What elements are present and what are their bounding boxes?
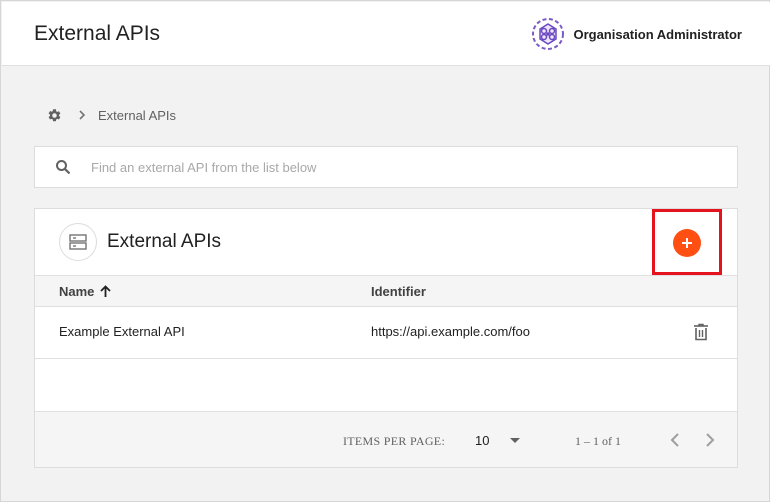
search-input[interactable]	[91, 159, 691, 175]
delete-icon[interactable]	[693, 323, 709, 341]
row-identifier: https://api.example.com/foo	[371, 324, 530, 339]
search-icon	[56, 160, 71, 175]
external-apis-card: External APIs Name Identifier Example Ex…	[34, 208, 738, 468]
chevron-left-icon[interactable]	[668, 432, 682, 448]
gear-icon[interactable]	[47, 108, 62, 123]
user-name: Organisation Administrator	[573, 26, 742, 42]
pagination-bar: ITEMS PER PAGE: 10 1 – 1 of 1	[35, 411, 737, 467]
breadcrumb-current: External APIs	[98, 107, 177, 123]
table-header: Name Identifier	[35, 275, 737, 307]
row-name: Example External API	[59, 324, 185, 339]
card-title: External APIs	[107, 231, 222, 252]
chevron-right-icon	[79, 110, 86, 120]
plus-icon	[682, 238, 692, 248]
items-per-page-label: ITEMS PER PAGE:	[343, 434, 446, 448]
chevron-right-icon[interactable]	[703, 432, 717, 448]
page-title: External APIs	[34, 22, 161, 45]
server-icon	[69, 234, 87, 250]
column-header-identifier[interactable]: Identifier	[371, 284, 426, 299]
search-bar	[34, 146, 738, 188]
items-per-page-select[interactable]: 10	[475, 433, 489, 448]
top-header: External APIs Organisation Administrator	[2, 2, 770, 66]
organisation-logo-icon	[532, 18, 565, 50]
pagination-range: 1 – 1 of 1	[575, 434, 621, 448]
app-window: External APIs Organisation Administrator…	[0, 0, 770, 502]
card-icon-circle	[59, 223, 97, 261]
user-menu[interactable]: Organisation Administrator	[531, 16, 742, 52]
table-row[interactable]: Example External API https://api.example…	[35, 307, 737, 359]
breadcrumb: External APIs	[47, 107, 176, 123]
sort-arrow-up-icon	[100, 285, 112, 297]
column-header-name[interactable]: Name	[59, 284, 112, 299]
dropdown-caret-icon[interactable]	[509, 437, 521, 445]
card-header: External APIs	[35, 209, 737, 275]
column-header-name-label: Name	[59, 284, 95, 299]
add-api-button[interactable]	[673, 229, 701, 257]
